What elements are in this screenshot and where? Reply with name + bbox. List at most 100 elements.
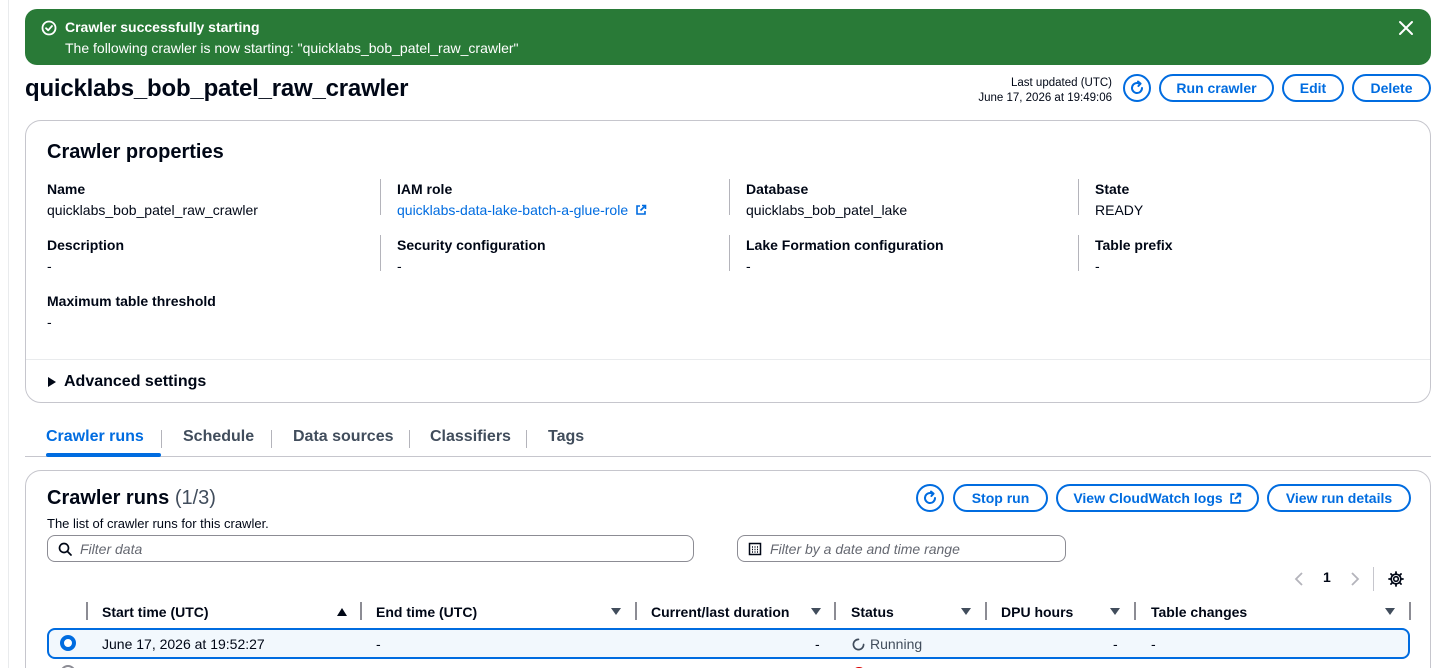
prop-label: Maximum table threshold: [47, 293, 216, 309]
date-range-filter[interactable]: Filter by a date and time range: [737, 535, 1066, 562]
cell-table-changes: -: [1151, 636, 1156, 652]
prop-label: Table prefix: [1095, 237, 1173, 253]
cell-start-time: June 17, 2026 at 19:52:27: [102, 636, 265, 652]
prop-iam-role: IAM role quicklabs-data-lake-batch-a-glu…: [397, 180, 717, 219]
column-divider: [360, 602, 362, 620]
view-cloudwatch-logs-label: View CloudWatch logs: [1073, 490, 1223, 506]
sort-icon[interactable]: [961, 608, 971, 615]
delete-button[interactable]: Delete: [1352, 74, 1431, 102]
column-divider: [729, 235, 730, 271]
tab-schedule[interactable]: Schedule: [183, 428, 254, 446]
prop-value: quicklabs_bob_patel_raw_crawler: [47, 202, 258, 218]
runs-title-text: Crawler runs: [47, 487, 170, 509]
chevron-left-icon[interactable]: [1294, 571, 1304, 587]
filter-input[interactable]: Filter data: [47, 535, 694, 562]
external-link-icon: [636, 204, 647, 215]
prop-value: -: [1095, 258, 1100, 274]
advanced-settings-toggle[interactable]: Advanced settings: [48, 373, 206, 391]
column-divider: [834, 602, 836, 620]
left-rule: [8, 0, 9, 668]
iam-role-link-text: quicklabs-data-lake-batch-a-glue-role: [397, 202, 629, 218]
flash-title: Crawler successfully starting: [65, 19, 260, 35]
iam-role-link[interactable]: quicklabs-data-lake-batch-a-glue-role: [397, 201, 717, 219]
col-end-time[interactable]: End time (UTC): [376, 604, 477, 620]
advanced-settings-label: Advanced settings: [64, 373, 207, 390]
check-circle-icon: [41, 20, 57, 36]
tab-divider: [526, 430, 527, 448]
prop-max-table-threshold: Maximum table threshold -: [47, 292, 367, 331]
prop-label: Name: [47, 181, 86, 197]
prop-value: quicklabs_bob_patel_lake: [746, 202, 908, 218]
chevron-right-icon[interactable]: [1350, 571, 1360, 587]
column-divider: [86, 602, 88, 620]
sort-icon[interactable]: [1110, 608, 1120, 615]
prop-value: READY: [1095, 202, 1144, 218]
col-dpu-hours[interactable]: DPU hours: [1001, 604, 1073, 620]
external-link-icon: [1229, 492, 1241, 504]
last-updated: Last updated (UTC) June 17, 2026 at 19:4…: [978, 76, 1112, 106]
page-number[interactable]: 1: [1323, 569, 1331, 585]
sort-ascending-icon[interactable]: [337, 608, 347, 616]
prop-label: Lake Formation configuration: [746, 237, 944, 253]
runs-description: The list of crawler runs for this crawle…: [47, 516, 269, 531]
active-tab-indicator: [46, 453, 161, 457]
calendar-icon: [748, 542, 762, 555]
sort-icon[interactable]: [811, 608, 821, 615]
column-divider: [985, 602, 987, 620]
tab-crawler-runs[interactable]: Crawler runs: [46, 428, 144, 446]
run-crawler-button[interactable]: Run crawler: [1159, 74, 1274, 102]
prop-value: -: [47, 314, 52, 330]
refresh-button[interactable]: [1123, 74, 1151, 102]
col-table-changes[interactable]: Table changes: [1151, 604, 1247, 620]
tab-divider: [271, 430, 272, 448]
view-run-details-button[interactable]: View run details: [1267, 484, 1411, 512]
view-cloudwatch-logs-button[interactable]: View CloudWatch logs: [1056, 484, 1259, 512]
search-icon: [58, 542, 72, 556]
cell-dpu-hours: -: [1113, 636, 1118, 652]
column-divider: [1078, 235, 1079, 271]
tab-tags[interactable]: Tags: [548, 428, 584, 446]
tab-divider: [409, 430, 410, 448]
row-radio-selected[interactable]: [60, 635, 76, 651]
close-icon[interactable]: [1397, 19, 1415, 37]
stop-run-button[interactable]: Stop run: [953, 484, 1048, 512]
spinner-icon: [852, 638, 865, 650]
caret-right-icon: [48, 377, 56, 387]
column-divider: [729, 179, 730, 215]
prop-value: -: [47, 258, 52, 274]
column-divider: [1409, 602, 1411, 620]
prop-value: -: [746, 258, 751, 274]
col-start-time[interactable]: Start time (UTC): [102, 604, 209, 620]
sort-icon[interactable]: [611, 608, 621, 615]
prop-table-prefix: Table prefix -: [1095, 236, 1415, 275]
crawler-runs-panel: Crawler runs (1/3) The list of crawler r…: [25, 470, 1431, 668]
prop-label: Database: [746, 181, 809, 197]
runs-refresh-button[interactable]: [916, 484, 944, 512]
prop-database: Database quicklabs_bob_patel_lake: [746, 180, 1066, 219]
crawler-properties-panel: Crawler properties Name quicklabs_bob_pa…: [25, 120, 1431, 403]
cell-duration: -: [815, 636, 820, 652]
column-divider: [1134, 602, 1136, 620]
prop-label: State: [1095, 181, 1130, 197]
edit-button[interactable]: Edit: [1282, 74, 1344, 102]
filter-placeholder: Filter data: [80, 540, 143, 557]
gear-icon[interactable]: [1388, 571, 1404, 587]
tab-data-sources[interactable]: Data sources: [293, 428, 394, 446]
col-status[interactable]: Status: [851, 604, 894, 620]
runs-count: (1/3): [174, 487, 216, 509]
col-duration[interactable]: Current/last duration: [651, 604, 789, 620]
prop-value: -: [397, 258, 402, 274]
last-updated-value: June 17, 2026 at 19:49:06: [978, 92, 1112, 104]
prop-name: Name quicklabs_bob_patel_raw_crawler: [47, 180, 367, 219]
tab-list: Crawler runs Schedule Data sources Class…: [25, 420, 1431, 457]
tab-classifiers[interactable]: Classifiers: [430, 428, 511, 446]
column-divider: [380, 235, 381, 271]
column-divider: [380, 179, 381, 215]
sort-icon[interactable]: [1385, 608, 1395, 615]
prop-state: State READY: [1095, 180, 1415, 219]
prop-label: Security configuration: [397, 237, 546, 253]
runs-title: Crawler runs (1/3): [47, 487, 216, 510]
prop-description: Description -: [47, 236, 367, 275]
refresh-icon: [924, 490, 937, 504]
page-title: quicklabs_bob_patel_raw_crawler: [25, 75, 409, 102]
